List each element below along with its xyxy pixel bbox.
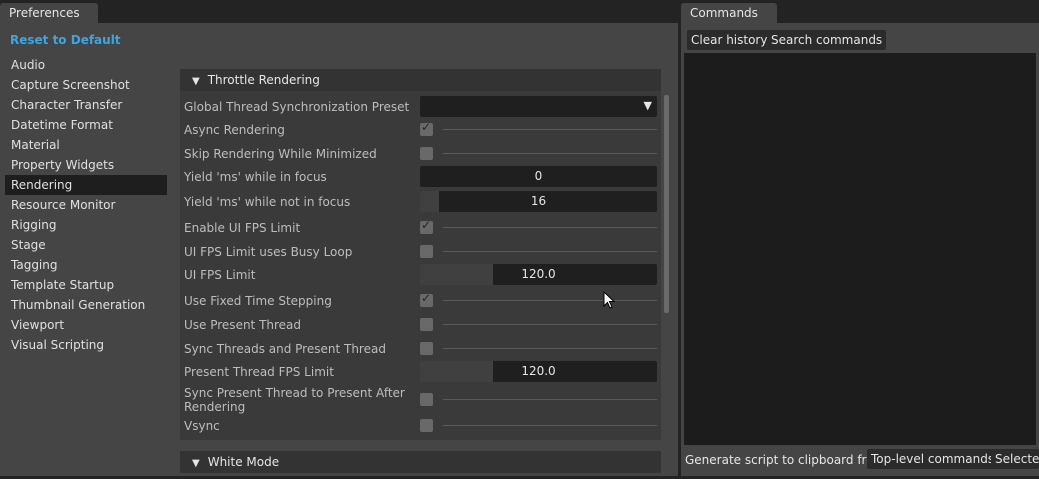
row-ui-fps-enable: Enable UI FPS Limit ✓ <box>184 218 657 236</box>
command-history-list[interactable] <box>684 53 1036 445</box>
divider <box>443 251 657 252</box>
ui-fps-limit-label: UI FPS Limit <box>184 268 256 282</box>
checkmark-icon: ✓ <box>421 120 432 134</box>
collapse-triangle-icon: ▼ <box>192 76 200 87</box>
sync-after-rendering-checkbox[interactable] <box>420 393 433 406</box>
category-item[interactable]: Character Transfer <box>5 95 167 115</box>
busy-loop-label: UI FPS Limit uses Busy Loop <box>184 245 353 259</box>
sync-present-checkbox[interactable] <box>420 342 433 355</box>
fixed-time-stepping-label: Use Fixed Time Stepping <box>184 294 332 308</box>
category-item[interactable]: Audio <box>5 55 167 75</box>
category-item[interactable]: Resource Monitor <box>5 195 167 215</box>
category-list: Audio Capture Screenshot Character Transfe… <box>5 55 167 355</box>
section-title: Throttle Rendering <box>207 73 320 87</box>
vsync-checkbox[interactable] <box>420 419 433 432</box>
yield-nofocus-value: 16 <box>530 194 547 208</box>
row-ui-fps-limit: UI FPS Limit 120.0 <box>184 264 657 285</box>
row-sync-present: Sync Threads and Present Thread <box>184 341 657 357</box>
dropdown-arrow-icon: ▼ <box>643 99 652 112</box>
sync-present-label: Sync Threads and Present Thread <box>184 342 386 356</box>
white-mode-header[interactable]: ▼ White Mode <box>180 451 661 473</box>
mouse-cursor-icon <box>603 291 616 309</box>
category-item[interactable]: Thumbnail Generation <box>5 295 167 315</box>
commands-panel: Clear history Search commands Generate s… <box>681 23 1039 476</box>
row-present-thread: Use Present Thread <box>184 317 657 333</box>
divider <box>443 348 657 349</box>
row-vsync: Vsync <box>184 418 657 434</box>
category-item[interactable]: Viewport <box>5 315 167 335</box>
category-item[interactable]: Tagging <box>5 255 167 275</box>
row-preset: Global Thread Synchronization Preset ▼ <box>184 96 657 117</box>
top-level-commands-button[interactable]: Top-level commands <box>867 449 999 469</box>
fixed-time-stepping-checkbox[interactable]: ✓ <box>420 291 433 307</box>
category-item[interactable]: Material <box>5 135 167 155</box>
skip-minimized-label: Skip Rendering While Minimized <box>184 147 377 161</box>
category-item[interactable]: Capture Screenshot <box>5 75 167 95</box>
yield-nofocus-field[interactable]: 16 <box>420 191 657 212</box>
ui-fps-enable-label: Enable UI FPS Limit <box>184 221 301 235</box>
skip-minimized-checkbox[interactable] <box>420 147 433 160</box>
async-rendering-label: Async Rendering <box>184 123 285 137</box>
preferences-scrollbar[interactable] <box>664 95 669 313</box>
preset-label: Global Thread Synchronization Preset <box>184 100 410 114</box>
category-item[interactable]: Rendering <box>5 175 167 195</box>
yield-nofocus-label: Yield 'ms' while not in focus <box>184 195 351 209</box>
collapse-triangle-icon: ▼ <box>192 458 200 469</box>
yield-focus-label: Yield 'ms' while in focus <box>184 170 327 184</box>
divider <box>443 399 657 400</box>
yield-focus-field[interactable]: 0 <box>420 166 657 187</box>
category-item[interactable]: Rigging <box>5 215 167 235</box>
checkmark-icon: ✓ <box>421 291 432 305</box>
checkmark-icon: ✓ <box>421 218 432 232</box>
preset-dropdown[interactable]: ▼ <box>420 96 657 117</box>
white-mode-section: ▼ White Mode <box>180 451 661 473</box>
sync-after-rendering-label: Sync Present Thread to Present After Ren… <box>184 386 405 414</box>
row-yield-focus: Yield 'ms' while in focus 0 <box>184 166 657 187</box>
divider <box>443 153 657 154</box>
category-item[interactable]: Visual Scripting <box>5 335 167 355</box>
ui-fps-enable-checkbox[interactable]: ✓ <box>420 218 433 234</box>
section-title: White Mode <box>207 455 280 469</box>
search-commands-button[interactable]: Search commands <box>767 30 887 50</box>
row-fixed-time-stepping: Use Fixed Time Stepping ✓ <box>184 291 657 309</box>
yield-focus-value: 0 <box>534 169 543 183</box>
present-fps-limit-value: 120.0 <box>521 364 556 378</box>
divider <box>443 300 657 301</box>
tab-commands[interactable]: Commands <box>681 3 777 23</box>
row-yield-nofocus: Yield 'ms' while not in focus 16 <box>184 191 657 212</box>
async-rendering-checkbox[interactable]: ✓ <box>420 120 433 136</box>
category-item[interactable]: Stage <box>5 235 167 255</box>
selected-button[interactable]: Selected <box>991 449 1039 469</box>
tab-preferences[interactable]: Preferences <box>0 3 98 23</box>
category-item[interactable]: Datetime Format <box>5 115 167 135</box>
present-thread-checkbox[interactable] <box>420 318 433 331</box>
category-item[interactable]: Property Widgets <box>5 155 167 175</box>
ui-fps-limit-value: 120.0 <box>521 267 556 281</box>
busy-loop-checkbox[interactable] <box>420 245 433 258</box>
present-thread-label: Use Present Thread <box>184 318 302 332</box>
row-async-rendering: Async Rendering ✓ <box>184 120 657 138</box>
divider <box>443 324 657 325</box>
present-fps-limit-label: Present Thread FPS Limit <box>184 365 334 379</box>
divider <box>443 129 657 130</box>
vsync-label: Vsync <box>184 419 220 433</box>
reset-to-default-link[interactable]: Reset to Default <box>10 33 121 47</box>
row-sync-after-rendering: Sync Present Thread to Present After Ren… <box>184 386 657 414</box>
present-fps-limit-field[interactable]: 120.0 <box>420 361 657 382</box>
clear-history-button[interactable]: Clear history <box>687 30 772 50</box>
throttle-rendering-header[interactable]: ▼ Throttle Rendering <box>180 69 661 91</box>
category-item[interactable]: Template Startup <box>5 275 167 295</box>
row-busy-loop: UI FPS Limit uses Busy Loop <box>184 244 657 260</box>
throttle-rendering-section: ▼ Throttle Rendering Global Thread Synchr… <box>180 69 661 440</box>
divider <box>443 227 657 228</box>
row-skip-minimized: Skip Rendering While Minimized <box>184 146 657 162</box>
divider <box>443 425 657 426</box>
generate-script-label: Generate script to clipboard from: <box>685 453 890 467</box>
ui-fps-limit-field[interactable]: 120.0 <box>420 264 657 285</box>
row-present-fps-limit: Present Thread FPS Limit 120.0 <box>184 361 657 382</box>
